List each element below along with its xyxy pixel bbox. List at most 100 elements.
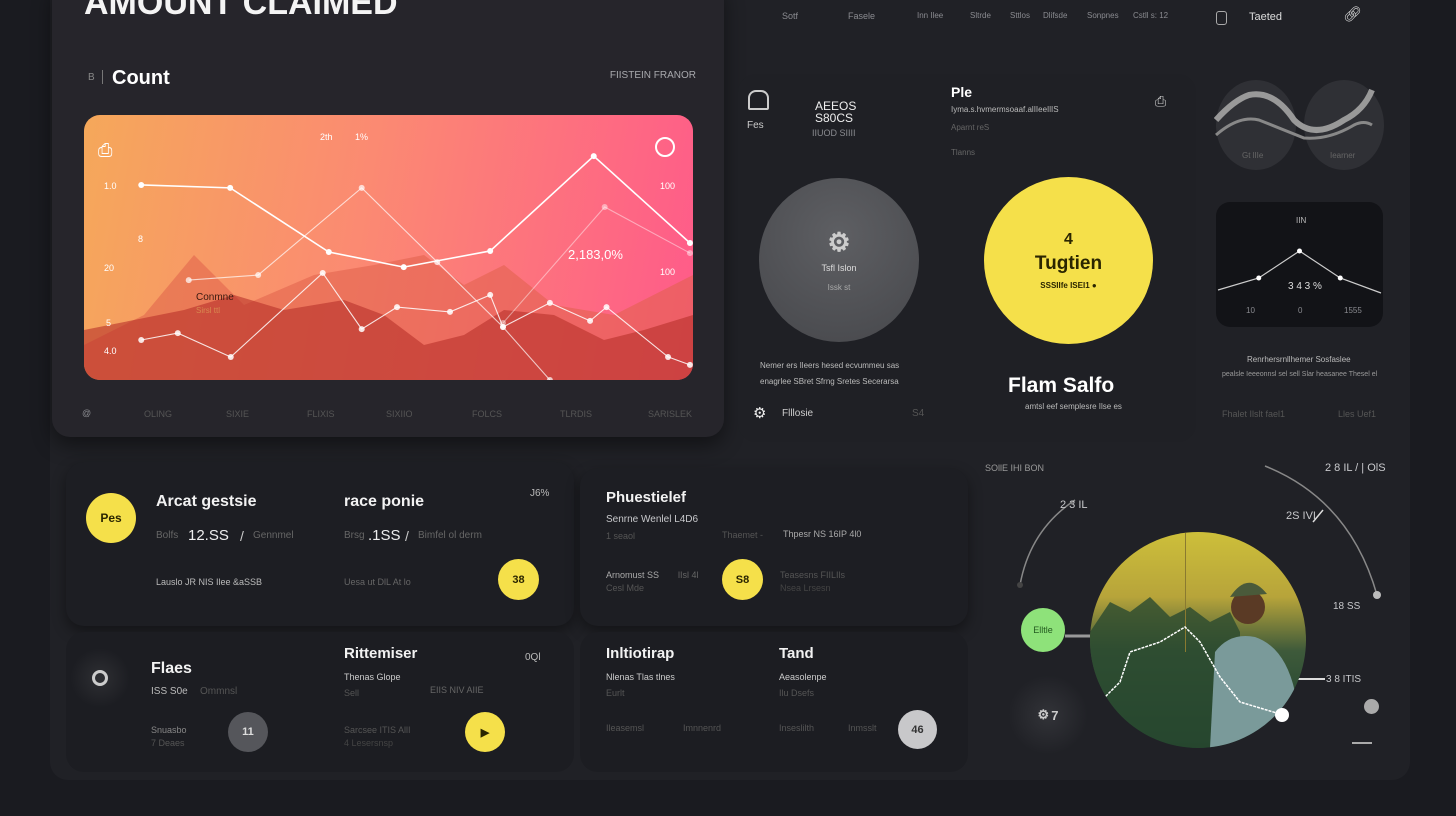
mini-x-label: 10 [1246,306,1255,315]
data-point[interactable] [394,304,401,311]
data-point[interactable] [319,269,326,276]
side-desc: Renrhersrnllhemer Sosfaslee [1247,355,1351,364]
data-point[interactable] [227,353,234,360]
data-point[interactable] [665,353,672,360]
card-d-title: Inltiotirap [606,645,675,662]
card-c-l3: Sarcsee ITIS AllI [344,725,411,735]
mini-x-label: 1555 [1344,306,1362,315]
y-label: 8 [138,234,144,244]
chart-printer-icon[interactable]: ⎙ [98,141,112,159]
bookmark-icon[interactable] [748,90,769,110]
data-point[interactable] [227,184,234,191]
card-b-r1: Teasesns FIILIls [780,570,846,580]
data-point[interactable] [185,277,192,284]
data-point[interactable] [499,320,506,327]
card-c-value: ISS S0e [151,686,188,697]
print-icon[interactable]: ⎙ [1155,94,1166,108]
card-b-l1: Arnomust SS [606,570,660,580]
nav-item[interactable]: Sotf [782,12,798,21]
data-point[interactable] [434,259,441,266]
data-point[interactable] [358,184,365,191]
card-d-button[interactable]: 46 [898,710,937,749]
data-point[interactable] [686,250,693,257]
settings-icon[interactable]: ⚙ [753,406,766,421]
nav-item[interactable]: Cstll s: 12 [1133,12,1168,20]
card-d-l1: Ileasemsl [606,723,645,733]
card-a-button[interactable]: 38 [498,559,539,600]
gear-icon: ⚙ [1037,707,1050,722]
page-title: AMOUNT CLAIMED [84,0,398,22]
gear-icon: ⚙ [827,226,851,257]
device-icon[interactable] [1216,11,1227,25]
nav-item[interactable]: Dlifsde [1043,12,1067,20]
mini-point [1256,275,1262,281]
data-point[interactable] [400,264,407,271]
card-c-title2: Rittemiser [344,645,418,662]
card-a-pre2: Brsg [344,530,365,541]
link-icon[interactable]: 🔗︎ [1343,7,1362,22]
knob-icon[interactable] [1364,699,1379,714]
top-label: 1% [355,132,369,142]
card-a-sep: / [240,528,244,544]
arc-right-label: 2S IVI [1286,510,1316,522]
play-button[interactable]: ▶ [465,712,505,752]
data-point[interactable] [546,299,553,306]
nav-item[interactable]: Sttlos [1010,12,1030,20]
nav-item[interactable]: Inn Ilee [917,12,943,20]
fes-label: Fes [747,120,764,131]
data-point[interactable] [603,304,610,311]
green-badge[interactable]: Elltle [1021,608,1065,652]
gear-control[interactable]: ⚙ 7 [1008,675,1088,755]
gray-stat-circle[interactable]: ⚙ Tsfl Islon Issk st [759,178,919,342]
nav-active[interactable]: Taeted [1249,12,1282,23]
gray-circle-title: Tsfl Islon [821,262,857,273]
menu-line[interactable] [1352,742,1372,744]
yellow-stat-circle[interactable]: 4 Tugtien SSSIIfe ISEI1 ● [984,177,1153,344]
data-point[interactable] [587,317,594,324]
card-b-button[interactable]: S8 [722,559,763,600]
y-label: 20 [104,263,115,273]
summary-desc: enagrlee SBret Sfrng Sretes Secerarsa [760,377,899,386]
wave-label: Iearner [1330,151,1356,160]
data-point[interactable] [447,308,454,315]
pes-badge[interactable]: Pes [86,493,136,543]
data-point[interactable] [358,326,365,333]
chart-ring-icon[interactable] [655,137,675,157]
top-label: 2th [320,132,333,142]
trend-endpoint[interactable] [1275,708,1289,722]
data-point[interactable] [325,249,332,256]
card-b-sub2: 1 seaol [606,531,636,541]
ring-icon[interactable] [70,648,130,708]
x-label: FOLCS [472,409,503,419]
card-d-sub: Nlenas Tlas tlnes [606,672,675,682]
side-desc: pealsle Ieeeonnsl sel sell Slar heasanee… [1222,371,1378,378]
gray-circle-sub: Issk st [827,282,851,292]
x-label: TLRDIS [560,409,593,419]
nav-item[interactable]: Fasele [848,12,875,21]
card-b-mid: Thaemet - [722,530,764,540]
divider [102,70,103,84]
summary-desc: Nemer ers Ileers hesed ecvummeu sas [760,361,900,370]
nav-item[interactable]: Sonpnes [1087,12,1119,20]
data-point[interactable] [590,153,597,160]
yellow-circle-title: Tugtien [1034,253,1103,274]
card-c-button[interactable]: 11 [228,712,268,752]
data-point[interactable] [686,239,693,246]
big-sub: amtsl eef semplesre Ilse es [1025,402,1122,411]
data-point[interactable] [487,247,494,254]
data-point[interactable] [487,291,494,298]
settings-label[interactable]: Flllosie [782,409,813,419]
data-point[interactable] [255,272,262,279]
arc-left [1019,499,1076,586]
card-a-note2: Uesa ut DlL At lo [344,577,411,587]
chart-annotation: 2,183,0% [568,247,623,262]
card-b-sub: Senrne Wenlel L4D6 [606,514,699,525]
filter-dropdown[interactable]: FIISTEIN FRANOR [610,71,696,81]
data-point[interactable] [601,203,608,210]
nav-item[interactable]: Sltrde [970,12,991,20]
data-point[interactable] [138,181,145,188]
data-point[interactable] [174,330,181,337]
data-point[interactable] [138,336,145,343]
mini-point [1337,275,1343,281]
data-point[interactable] [686,361,693,368]
